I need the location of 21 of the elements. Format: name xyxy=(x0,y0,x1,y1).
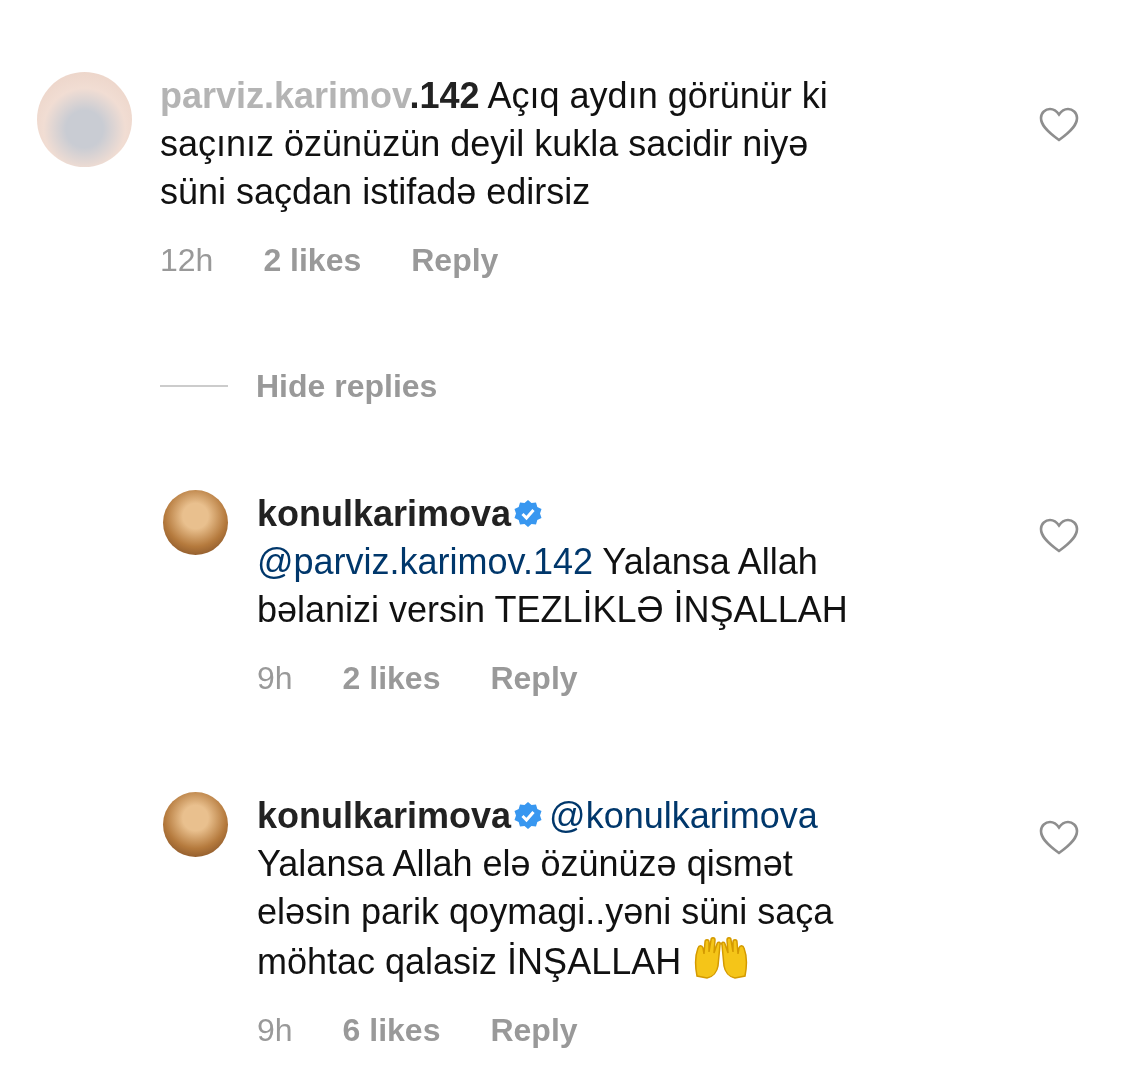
reply-button[interactable]: Reply xyxy=(490,654,578,702)
mention-link[interactable]: @konulkarimova xyxy=(549,795,818,836)
comment-text: parviz.karimov.142 Açıq aydın görünür ki saçınız özünüzün deyil kukla sacidir niyə süni saçdan istifadə edirsiz xyxy=(160,74,829,214)
likes-count[interactable]: 6 likes xyxy=(342,1006,441,1054)
hide-replies-button[interactable]: Hide replies xyxy=(256,362,438,410)
username-link[interactable]: konulkarimova xyxy=(257,493,512,534)
comment-text: konulkarimova @parviz.karimov.142 Yalansa Allah bəlanizi versin TEZLİKLƏ İNŞALLAH xyxy=(257,492,849,632)
likes-count[interactable]: 2 likes xyxy=(263,236,362,284)
like-heart-icon[interactable] xyxy=(1039,107,1079,143)
reply-button[interactable]: Reply xyxy=(490,1006,578,1054)
like-heart-icon[interactable] xyxy=(1039,518,1079,554)
comment-time: 9h xyxy=(257,659,293,698)
like-heart-icon[interactable] xyxy=(1039,820,1079,856)
username-link[interactable]: parviz.karimov.142 xyxy=(160,75,480,116)
mention-link[interactable]: @parviz.karimov.142 xyxy=(257,541,593,582)
reply-button[interactable]: Reply xyxy=(411,236,499,284)
comment-time: 9h xyxy=(257,1011,293,1050)
likes-count[interactable]: 2 likes xyxy=(342,654,441,702)
comment-text: konulkarimova @konulkarimova Yalansa Allah elə özünüzə qismət eləsin parik qoymagi..yəni süni saça möhtac qalasiz İNŞALLAH xyxy=(257,794,835,984)
username-link[interactable]: konulkarimova xyxy=(257,795,512,836)
comment-time: 12h xyxy=(160,241,214,280)
